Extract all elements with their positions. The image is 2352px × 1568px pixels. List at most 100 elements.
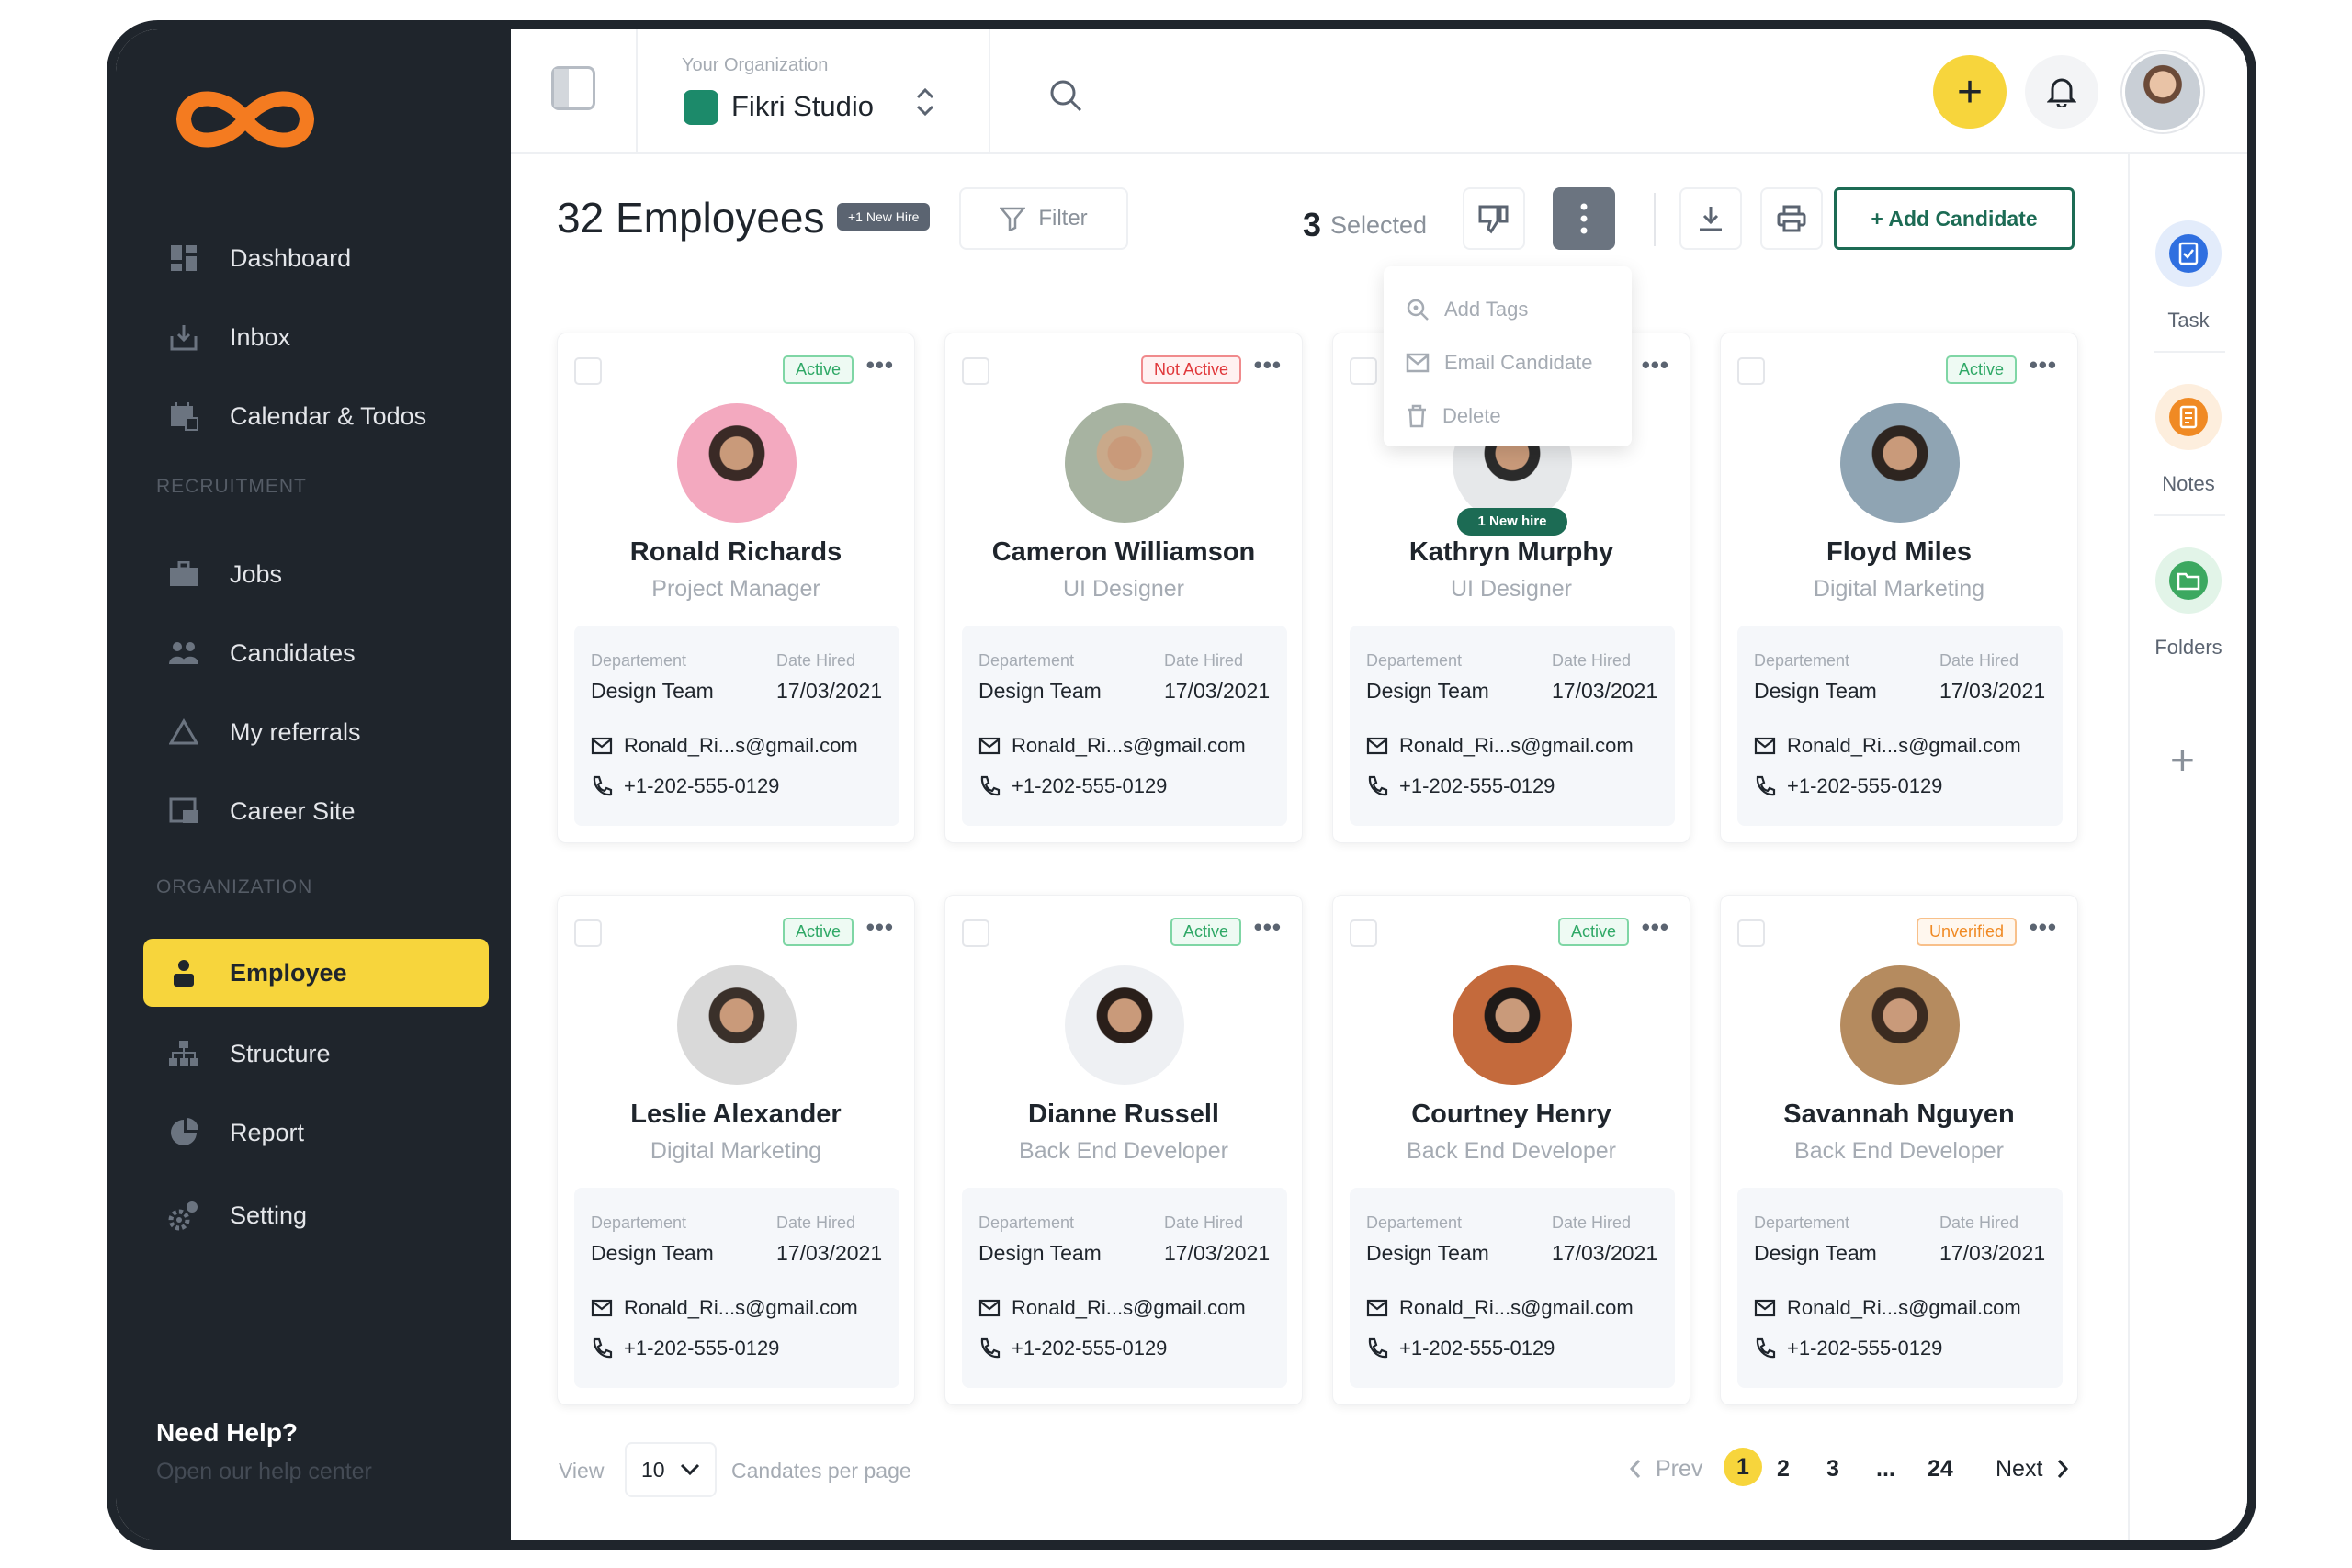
department-value: Design Team [1754, 1241, 1877, 1265]
card-more-button[interactable]: ••• [2030, 353, 2057, 377]
panel-toggle-icon[interactable] [551, 66, 595, 110]
chevron-left-icon [1629, 1460, 1641, 1478]
email-row[interactable]: Ronald_Ri...s@gmail.com [1366, 1296, 1634, 1320]
card-more-button[interactable]: ••• [1642, 353, 1669, 377]
email-row[interactable]: Ronald_Ri...s@gmail.com [1754, 1296, 2021, 1320]
menu-item-add-tags[interactable]: Add Tags [1384, 283, 1632, 336]
card-more-button[interactable]: ••• [1254, 353, 1282, 377]
download-button[interactable] [1679, 187, 1742, 250]
chevron-updown-icon[interactable] [910, 81, 941, 123]
email-row[interactable]: Ronald_Ri...s@gmail.com [1754, 734, 2021, 758]
card-checkbox[interactable] [574, 919, 602, 947]
page-1-button[interactable]: 1 [1724, 1448, 1762, 1486]
menu-item-email-candidate[interactable]: Email Candidate [1384, 336, 1632, 389]
department-label: Departement [591, 651, 687, 670]
add-button[interactable]: + [1933, 55, 2007, 129]
card-more-button[interactable]: ••• [1642, 915, 1669, 939]
search-icon[interactable] [1047, 77, 1084, 114]
card-checkbox[interactable] [1350, 919, 1377, 947]
page-3-button[interactable]: 3 [1826, 1448, 1839, 1490]
date-hired-label: Date Hired [776, 1213, 856, 1232]
task-button[interactable] [2155, 220, 2222, 287]
sidebar-item-structure[interactable]: Structure [143, 1020, 489, 1088]
phone-row[interactable]: +1-202-555-0129 [1366, 1337, 1555, 1360]
add-shortcut-button[interactable]: + [2170, 735, 2195, 784]
mail-icon [1366, 737, 1388, 755]
employee-avatar [1840, 403, 1960, 523]
more-actions-button[interactable] [1553, 187, 1615, 250]
employee-avatar [1453, 965, 1572, 1085]
next-page-button[interactable]: Next [1996, 1448, 2070, 1490]
notification-button[interactable] [2025, 55, 2098, 129]
page-24-button[interactable]: 24 [1928, 1448, 1953, 1490]
phone-row[interactable]: +1-202-555-0129 [1754, 1337, 1942, 1360]
print-button[interactable] [1760, 187, 1823, 250]
card-checkbox[interactable] [1737, 357, 1765, 385]
email-row[interactable]: Ronald_Ri...s@gmail.com [978, 734, 1246, 758]
sidebar-item-calendar[interactable]: Calendar & Todos [143, 382, 489, 450]
page-2-button[interactable]: 2 [1777, 1448, 1790, 1490]
user-avatar[interactable] [2122, 51, 2203, 132]
sidebar-item-employee[interactable]: Employee [143, 939, 489, 1007]
employee-card[interactable]: Active ••• Courtney Henry Back End Devel… [1332, 895, 1690, 1405]
card-checkbox[interactable] [574, 357, 602, 385]
card-more-button[interactable]: ••• [866, 353, 894, 377]
sidebar-item-career-site[interactable]: Career Site [143, 777, 489, 845]
phone-row[interactable]: +1-202-555-0129 [591, 1337, 779, 1360]
employee-details: Departement Date Hired Design Team 17/03… [1737, 1188, 2063, 1388]
sidebar-item-inbox[interactable]: Inbox [143, 303, 489, 371]
employee-card[interactable]: Active ••• Dianne Russell Back End Devel… [944, 895, 1303, 1405]
card-checkbox[interactable] [1737, 919, 1765, 947]
phone-row[interactable]: +1-202-555-0129 [591, 774, 779, 798]
employee-card[interactable]: Active ••• Floyd Miles Digital Marketing… [1720, 333, 2078, 843]
employee-card[interactable]: Active ••• Leslie Alexander Digital Mark… [557, 895, 915, 1405]
card-checkbox[interactable] [962, 357, 989, 385]
per-page-select[interactable]: 10 [625, 1442, 717, 1497]
email-value: Ronald_Ri...s@gmail.com [1787, 1296, 2021, 1319]
employee-card[interactable]: Active ••• Ronald Richards Project Manag… [557, 333, 915, 843]
card-more-button[interactable]: ••• [1254, 915, 1282, 939]
triangle-icon [167, 716, 200, 749]
phone-value: +1-202-555-0129 [1787, 774, 1943, 797]
add-candidate-button[interactable]: + Add Candidate [1834, 187, 2075, 250]
card-more-button[interactable]: ••• [2030, 915, 2057, 939]
per-page-value: 10 [641, 1457, 665, 1482]
person-icon [167, 956, 200, 989]
notes-button[interactable] [2155, 384, 2222, 450]
filter-button[interactable]: Filter [959, 187, 1128, 250]
help-center-link[interactable]: Open our help center [156, 1459, 372, 1485]
status-badge: Active [782, 918, 854, 946]
sidebar-item-report[interactable]: Report [143, 1099, 489, 1167]
mail-icon [1406, 353, 1430, 373]
dislike-button[interactable] [1463, 187, 1525, 250]
sidebar-item-jobs[interactable]: Jobs [143, 540, 489, 608]
email-row[interactable]: Ronald_Ri...s@gmail.com [591, 734, 858, 758]
phone-row[interactable]: +1-202-555-0129 [1754, 774, 1942, 798]
sidebar-item-dashboard[interactable]: Dashboard [143, 224, 489, 292]
folders-button[interactable] [2155, 547, 2222, 614]
employee-role: UI Designer [1063, 576, 1184, 602]
sidebar-item-setting[interactable]: Setting [143, 1181, 489, 1249]
phone-row[interactable]: +1-202-555-0129 [1366, 774, 1555, 798]
employee-card[interactable]: Unverified ••• Savannah Nguyen Back End … [1720, 895, 2078, 1405]
phone-row[interactable]: +1-202-555-0129 [978, 1337, 1167, 1360]
menu-item-delete[interactable]: Delete [1384, 389, 1632, 443]
department-label: Departement [1754, 1213, 1850, 1232]
card-checkbox[interactable] [1350, 357, 1377, 385]
date-hired-value: 17/03/2021 [1164, 679, 1271, 703]
email-row[interactable]: Ronald_Ri...s@gmail.com [1366, 734, 1634, 758]
phone-row[interactable]: +1-202-555-0129 [978, 774, 1167, 798]
mail-icon [1754, 737, 1776, 755]
card-more-button[interactable]: ••• [866, 915, 894, 939]
email-row[interactable]: Ronald_Ri...s@gmail.com [591, 1296, 858, 1320]
department-label: Departement [591, 1213, 687, 1232]
card-checkbox[interactable] [962, 919, 989, 947]
email-row[interactable]: Ronald_Ri...s@gmail.com [978, 1296, 1246, 1320]
sidebar-item-candidates[interactable]: Candidates [143, 619, 489, 687]
sidebar-item-referrals[interactable]: My referrals [143, 698, 489, 766]
org-switcher[interactable]: Fikri Studio [731, 90, 874, 123]
prev-page-button[interactable]: Prev [1628, 1448, 1702, 1490]
date-hired-value: 17/03/2021 [1552, 1241, 1658, 1265]
employee-card[interactable]: Not Active ••• Cameron Williamson UI Des… [944, 333, 1303, 843]
phone-value: +1-202-555-0129 [1012, 1337, 1168, 1359]
